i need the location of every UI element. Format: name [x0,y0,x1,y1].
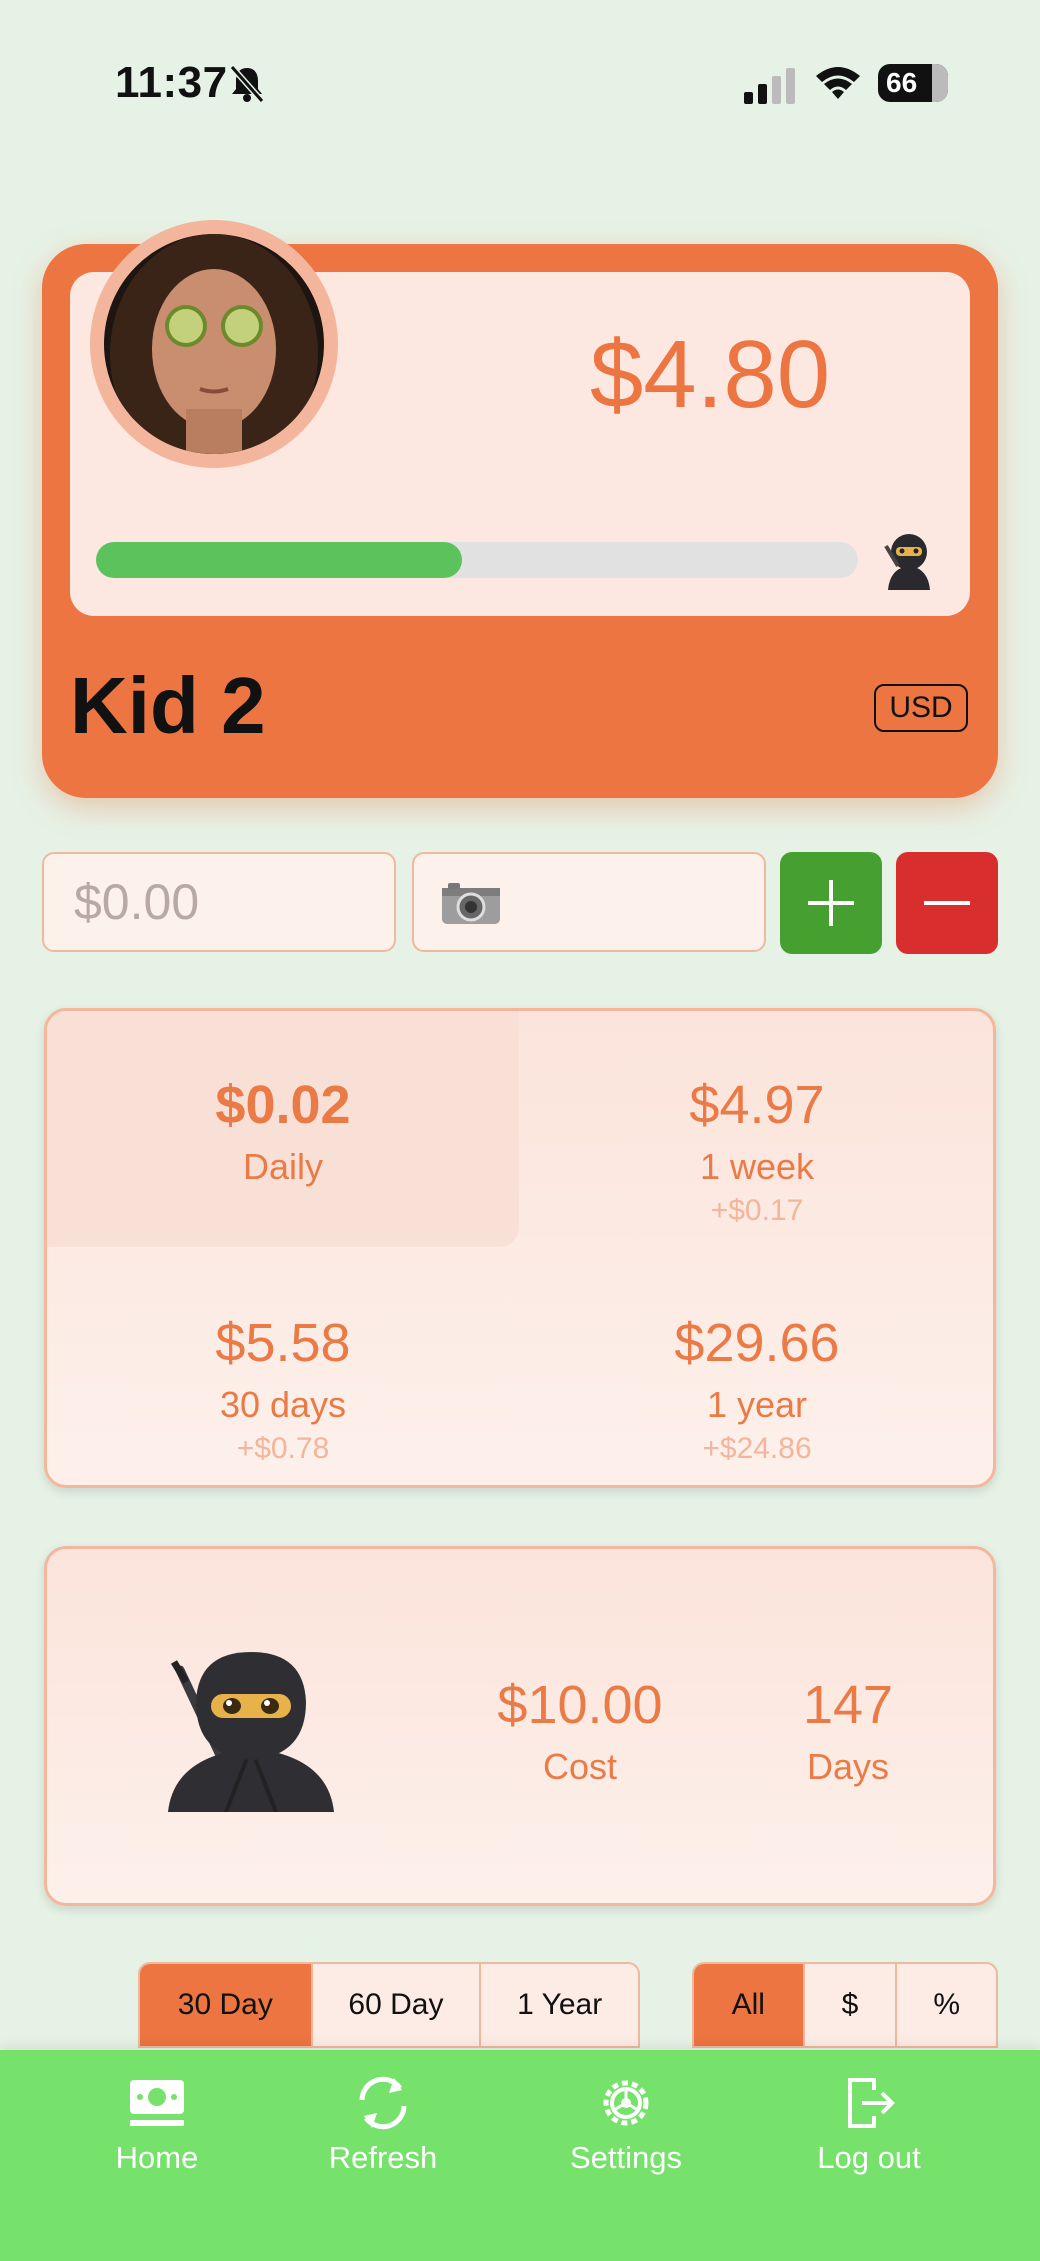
stat-1-year: $29.66 1 year +$24.86 [522,1316,992,1466]
goal-days-label: Days [806,1746,890,1787]
currency-badge[interactable]: USD [874,684,968,732]
ninja-icon [884,534,930,590]
tab-1-year[interactable]: 1 Year [481,1964,638,2046]
goal-days: 147 Days [748,1678,948,1788]
range-selector: 30 Day 60 Day 1 Year [138,1962,640,2048]
ninja-icon [168,1652,334,1812]
goal-cost: $10.00 Cost [450,1678,710,1788]
stat-label: 30 days [219,1384,347,1425]
stat-value: $5.58 [215,1313,351,1373]
nav-label: Home [115,2140,199,2175]
stat-label: Daily [242,1146,323,1187]
goal-days-value: 147 [802,1675,894,1735]
nav-home[interactable]: Home [67,2072,247,2176]
tab-percent[interactable]: % [897,1964,996,2046]
minus-icon [924,901,970,905]
balance-amount: $4.80 [589,321,831,428]
stat-value: $4.97 [689,1075,825,1135]
bell-muted-icon [229,65,265,103]
kid-name: Kid 2 [70,661,266,750]
nav-label: Log out [817,2140,921,2175]
nav-label: Refresh [328,2140,438,2175]
tab-60-day[interactable]: 60 Day [313,1964,482,2046]
stat-delta: +$0.78 [236,1432,330,1465]
stat-30-days: $5.58 30 days +$0.78 [48,1316,518,1466]
stat-week: $4.97 1 week +$0.17 [522,1078,992,1228]
stat-delta: +$0.17 [710,1194,804,1227]
camera-icon[interactable] [440,880,502,926]
goal-progress-fill [96,542,462,578]
add-funds-button[interactable] [780,852,882,954]
tab-all[interactable]: All [694,1964,805,2046]
stat-value: $0.02 [215,1075,351,1135]
refresh-icon [359,2076,407,2130]
mode-selector: All $ % [692,1962,998,2048]
avatar[interactable] [104,234,324,454]
goal-cost-value: $10.00 [497,1675,663,1735]
plus-icon [808,880,854,926]
battery-indicator: 66 [878,64,948,102]
battery-level: 66 [886,67,918,98]
status-time: 11:37 [115,58,228,107]
nav-refresh[interactable]: Refresh [293,2072,473,2176]
stat-label: 1 week [699,1146,815,1187]
nav-label: Settings [569,2140,682,2175]
stat-value: $29.66 [674,1313,840,1373]
stat-label: 1 year [706,1384,808,1425]
logout-icon [848,2078,895,2128]
stat-delta: +$24.86 [702,1432,812,1465]
goal-cost-label: Cost [542,1746,618,1787]
nav-logout[interactable]: Log out [779,2072,959,2176]
wifi-icon [816,67,860,99]
tab-30-day[interactable]: 30 Day [140,1964,313,2046]
signal-icon [744,68,795,104]
amount-input[interactable] [42,852,396,952]
money-icon [130,2080,184,2126]
subtract-funds-button[interactable] [896,852,998,954]
nav-settings[interactable]: Settings [536,2072,716,2176]
stat-daily: $0.02 Daily [48,1078,518,1188]
gear-icon [603,2080,649,2126]
tab-dollar[interactable]: $ [805,1964,898,2046]
